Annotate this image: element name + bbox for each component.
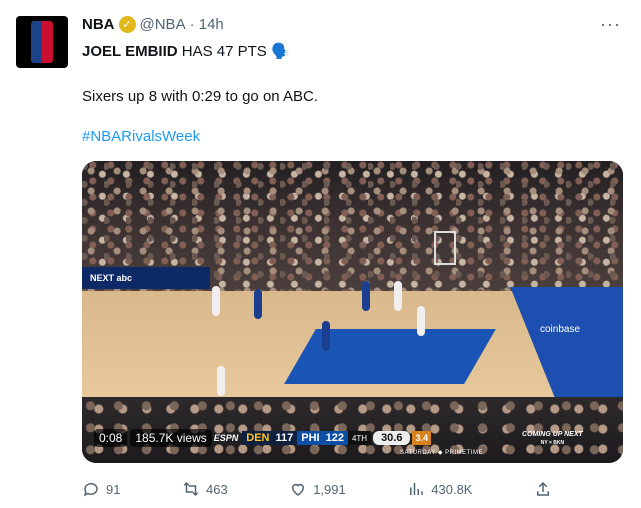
tweet-actions: 91 463 1,991 430.8K xyxy=(82,480,552,498)
court-sponsor: coinbase xyxy=(540,324,581,335)
tweet-text-line1: JOEL EMBIID HAS 47 PTS 🗣️ xyxy=(82,42,290,62)
player xyxy=(322,321,330,351)
home-score: 122 xyxy=(325,432,344,444)
analytics-icon xyxy=(410,483,424,495)
reply-count: 91 xyxy=(106,481,121,497)
tweet-text-line2: Sixers up 8 with 0:29 to go on ABC. xyxy=(82,88,318,105)
reply-button[interactable]: 91 xyxy=(82,480,120,498)
court-paint xyxy=(284,329,496,384)
home-team-abbr: PHI xyxy=(301,432,320,444)
video-player[interactable]: NEXT abc coinbase 0:08 185.7K views ESPN… xyxy=(82,161,623,463)
hashtag-link[interactable]: #NBARivalsWeek xyxy=(82,127,200,147)
share-icon xyxy=(536,481,549,496)
share-button[interactable] xyxy=(534,480,552,498)
tweet-header: NBA ✓ @NBA · 14h xyxy=(82,16,224,33)
retweet-icon xyxy=(183,481,199,497)
reply-icon xyxy=(83,482,98,497)
more-options-icon[interactable]: ··· xyxy=(600,14,621,35)
views-button[interactable]: 430.8K xyxy=(407,480,472,498)
author-handle[interactable]: @NBA xyxy=(140,16,186,33)
player xyxy=(394,281,402,311)
like-count: 1,991 xyxy=(313,481,346,497)
tweet-time[interactable]: · 14h xyxy=(190,16,224,33)
verified-badge-icon: ✓ xyxy=(118,16,136,33)
shot-clock: 3.4 xyxy=(412,431,431,445)
nba-avatar[interactable] xyxy=(16,16,68,68)
scorers-table-text: NEXT abc xyxy=(90,273,133,283)
game-quarter: 4TH xyxy=(347,431,372,445)
video-scorebar: 0:08 185.7K views ESPN DEN 117 PHI 122 4… xyxy=(94,429,431,447)
basket-hoop xyxy=(434,231,456,265)
heart-icon xyxy=(292,483,305,496)
player xyxy=(362,281,370,311)
nba-logo-icon xyxy=(31,21,53,63)
view-count: 430.8K xyxy=(431,481,473,497)
player xyxy=(212,286,220,316)
scorers-table: NEXT abc xyxy=(82,267,210,289)
player xyxy=(217,366,225,396)
promo-text: SATURDAY ◆ PRIMETIME xyxy=(400,450,483,456)
away-team-abbr: DEN xyxy=(246,432,270,444)
coming-up-graphic: COMING UP NEXT NY × BKN xyxy=(522,431,583,447)
game-clock: 30.6 xyxy=(373,431,411,445)
tweet-bold-text: JOEL EMBIID xyxy=(82,43,178,60)
home-team-score: PHI 122 xyxy=(297,431,348,445)
player xyxy=(417,306,425,336)
network-logo: ESPN xyxy=(213,433,239,443)
tweet-line1-rest: HAS 47 PTS 🗣️ xyxy=(177,43,290,60)
author-name[interactable]: NBA xyxy=(82,16,115,33)
retweet-count: 463 xyxy=(205,481,228,497)
coming-up-matchup: NY × BKN xyxy=(540,440,565,446)
video-view-count: 185.7K views xyxy=(130,429,212,447)
retweet-button[interactable]: 463 xyxy=(182,480,228,498)
coming-up-label: COMING UP NEXT xyxy=(522,431,583,438)
player xyxy=(254,289,262,319)
like-button[interactable]: 1,991 xyxy=(289,480,346,498)
video-timestamp: 0:08 xyxy=(94,429,128,447)
away-team-score: DEN 117 xyxy=(242,431,298,445)
away-score: 117 xyxy=(275,432,294,444)
